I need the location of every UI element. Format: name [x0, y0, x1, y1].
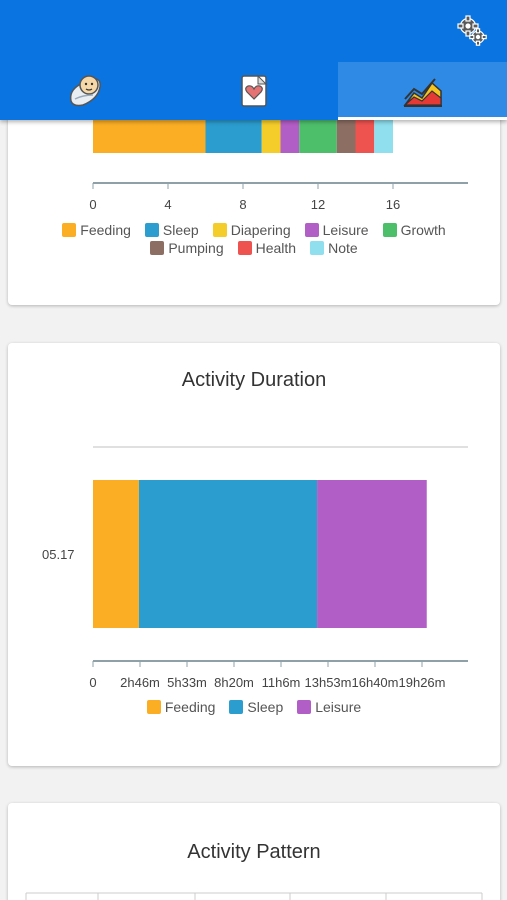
legend-label: Diapering [230, 222, 291, 238]
tab-charts[interactable] [338, 62, 507, 120]
bar-diapering[interactable] [261, 120, 281, 153]
x-tick-label: 4 [164, 197, 171, 212]
legend-label: Health [255, 240, 297, 256]
activity-duration-card: Activity Duration 0 2h46m 5h33m 8h20m 11h6m 1… [8, 343, 500, 766]
legend-label: Feeding [80, 222, 131, 238]
legend-swatch [297, 700, 312, 714]
bar-sleep[interactable] [205, 120, 262, 153]
legend-item-sleep[interactable]: Sleep [144, 222, 199, 238]
gear-icon [457, 15, 487, 46]
legend-swatch [144, 223, 159, 237]
bar-leisure[interactable] [280, 120, 300, 153]
baby-icon [69, 75, 101, 107]
legend-item-feeding[interactable]: Feeding [62, 222, 131, 238]
app-bar [0, 0, 507, 120]
legend-item-growth[interactable]: Growth [382, 222, 446, 238]
legend-swatch [304, 223, 319, 237]
bar-sleep[interactable] [138, 480, 318, 628]
legend-label: Note [328, 240, 358, 256]
legend-swatch [382, 223, 397, 237]
legend-label: Sleep [162, 222, 199, 238]
chart-icon [402, 78, 442, 107]
legend-label: Growth [400, 222, 446, 238]
bar-leisure[interactable] [317, 480, 427, 628]
legend-label: Feeding [164, 699, 216, 715]
legend-swatch [150, 241, 165, 255]
tab-baby[interactable] [0, 62, 169, 120]
legend-item-leisure[interactable]: Leisure [304, 222, 369, 238]
bar-feeding[interactable] [93, 120, 206, 153]
x-tick-label: 16h40m [352, 675, 399, 690]
x-tick-label: 8h20m [214, 675, 254, 690]
legend-item-sleep[interactable]: Sleep [229, 699, 283, 715]
activity-pattern-card: Activity Pattern [8, 803, 500, 900]
x-tick-label: 12 [311, 197, 325, 212]
legend-item-diapering[interactable]: Diapering [212, 222, 291, 238]
x-tick-label: 5h33m [167, 675, 207, 690]
legend-item-note[interactable]: Note [310, 240, 358, 256]
activity-duration-chart: 0 2h46m 5h33m 8h20m 11h6m 13h53m 16h40m 19h26m 0… [42, 446, 468, 690]
legend-label: Leisure [322, 222, 369, 238]
legend-item-health[interactable]: Health [237, 240, 297, 256]
legend-swatch [229, 700, 244, 714]
settings-button[interactable] [455, 14, 489, 48]
legend-swatch [212, 223, 227, 237]
legend-label: Pumping [168, 240, 224, 256]
legend-swatch [146, 700, 161, 714]
tab-bar [0, 62, 507, 120]
activity-duration-legend: Feeding Sleep Leisure [8, 699, 500, 715]
bar-feeding[interactable] [93, 480, 139, 628]
x-tick-label: 16 [386, 197, 400, 212]
legend-item-leisure[interactable]: Leisure [297, 699, 361, 715]
x-tick-label: 13h53m [305, 675, 352, 690]
activity-count-legend: Feeding Sleep Diapering Leisure Growth Pumpin… [8, 222, 500, 256]
bar-note[interactable] [374, 120, 393, 153]
x-tick-label: 2h46m [120, 675, 160, 690]
tab-journal[interactable] [169, 62, 338, 120]
x-tick-label: 8 [239, 197, 246, 212]
legend-label: Leisure [315, 699, 362, 715]
legend-item-pumping[interactable]: Pumping [150, 240, 224, 256]
bar-pumping[interactable] [336, 120, 356, 153]
x-tick-label: 0 [89, 675, 96, 690]
activity-pattern-title: Activity Pattern [187, 841, 321, 863]
activity-pattern-grid [25, 892, 483, 900]
bar-growth[interactable] [299, 120, 337, 153]
x-tick-label: 11h6m [262, 675, 301, 690]
legend-item-feeding[interactable]: Feeding [146, 699, 216, 715]
legend-swatch [310, 241, 325, 255]
x-tick-label: 0 [89, 197, 96, 212]
x-tick-label: 19h26m [399, 675, 446, 690]
legend-label: Sleep [247, 699, 284, 715]
legend-swatch [62, 223, 77, 237]
legend-swatch [237, 241, 252, 255]
bar-health[interactable] [355, 120, 375, 153]
y-category-label: 05.17 [42, 547, 75, 562]
heart-note-icon [240, 74, 267, 107]
